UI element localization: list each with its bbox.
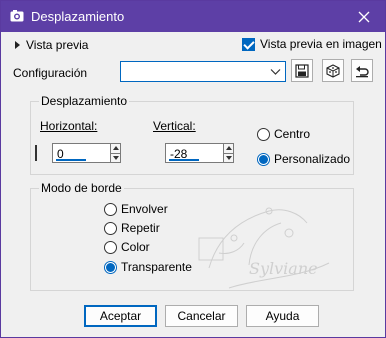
horizontal-spinner[interactable]: 0 bbox=[52, 143, 121, 163]
horizontal-label: Horizontal: bbox=[40, 119, 98, 133]
camera-icon bbox=[10, 10, 24, 22]
radio-envolver-label: Envolver bbox=[121, 202, 168, 216]
cancel-label: Cancelar bbox=[177, 309, 226, 323]
spinner-separator bbox=[224, 153, 233, 154]
focus-underline bbox=[169, 159, 199, 161]
radio-repetir-label: Repetir bbox=[121, 221, 160, 235]
random-preset-button[interactable] bbox=[322, 59, 344, 82]
radio-on-icon bbox=[104, 260, 117, 274]
dialog-window: Desplazamiento Vista previa Vista previa… bbox=[0, 0, 386, 338]
displacement-title: Desplazamiento bbox=[39, 94, 130, 108]
window-title: Desplazamiento bbox=[31, 9, 125, 24]
reset-preset-button[interactable] bbox=[351, 59, 373, 82]
preview-toggle[interactable]: Vista previa bbox=[15, 38, 88, 52]
radio-transparente[interactable]: Transparente bbox=[104, 260, 192, 274]
radio-color-label: Color bbox=[121, 240, 150, 254]
radio-centro[interactable]: Centro bbox=[257, 127, 310, 141]
radio-repetir[interactable]: Repetir bbox=[104, 221, 160, 235]
save-icon bbox=[295, 63, 309, 78]
radio-personalizado-label: Personalizado bbox=[274, 152, 351, 166]
preview-label: Vista previa bbox=[26, 38, 89, 52]
close-icon bbox=[358, 11, 370, 22]
ok-button[interactable]: Aceptar bbox=[84, 305, 157, 327]
radio-on-icon bbox=[257, 152, 270, 166]
edge-mode-title: Modo de borde bbox=[39, 181, 124, 195]
watermark-ornament-icon bbox=[198, 207, 330, 289]
cancel-button[interactable]: Cancelar bbox=[165, 305, 238, 327]
config-label: Configuración bbox=[13, 66, 88, 80]
dice-icon bbox=[326, 63, 340, 78]
arrow-up-icon bbox=[226, 146, 232, 150]
title-bar: Desplazamiento bbox=[1, 1, 385, 32]
reset-icon bbox=[356, 65, 369, 77]
radio-centro-label: Centro bbox=[274, 127, 311, 141]
arrow-down-icon bbox=[226, 156, 232, 160]
radio-color[interactable]: Color bbox=[104, 240, 150, 254]
focus-underline bbox=[56, 159, 86, 161]
help-label: Ayuda bbox=[265, 309, 300, 323]
help-button[interactable]: Ayuda bbox=[246, 305, 319, 327]
spinner-arrows[interactable] bbox=[223, 143, 234, 163]
arrow-down-icon bbox=[113, 156, 119, 160]
save-preset-button[interactable] bbox=[291, 59, 313, 82]
vertical-spinner[interactable]: -28 bbox=[165, 143, 234, 163]
radio-envolver[interactable]: Envolver bbox=[104, 202, 168, 216]
radio-off-icon bbox=[104, 221, 117, 235]
radio-off-icon bbox=[104, 240, 117, 254]
close-button[interactable] bbox=[343, 1, 385, 32]
ok-label: Aceptar bbox=[99, 309, 142, 323]
chevron-down-icon bbox=[270, 69, 281, 75]
arrow-up-icon bbox=[113, 146, 119, 150]
vertical-label: Vertical: bbox=[153, 119, 196, 133]
checkbox-checked-icon bbox=[242, 37, 255, 51]
config-dropdown[interactable] bbox=[120, 61, 286, 82]
radio-personalizado[interactable]: Personalizado bbox=[257, 152, 350, 166]
live-preview-checkbox[interactable]: Vista previa en imagen bbox=[242, 37, 382, 51]
radio-transparente-label: Transparente bbox=[121, 260, 192, 274]
spinner-arrows[interactable] bbox=[110, 143, 121, 163]
expand-arrow-icon bbox=[15, 41, 20, 49]
live-preview-label: Vista previa en imagen bbox=[260, 37, 382, 51]
radio-off-icon bbox=[104, 202, 117, 216]
radio-off-icon bbox=[257, 127, 270, 141]
watermark-text: Sylviane bbox=[249, 259, 318, 278]
link-checkbox[interactable] bbox=[35, 145, 37, 161]
spinner-separator bbox=[111, 153, 120, 154]
